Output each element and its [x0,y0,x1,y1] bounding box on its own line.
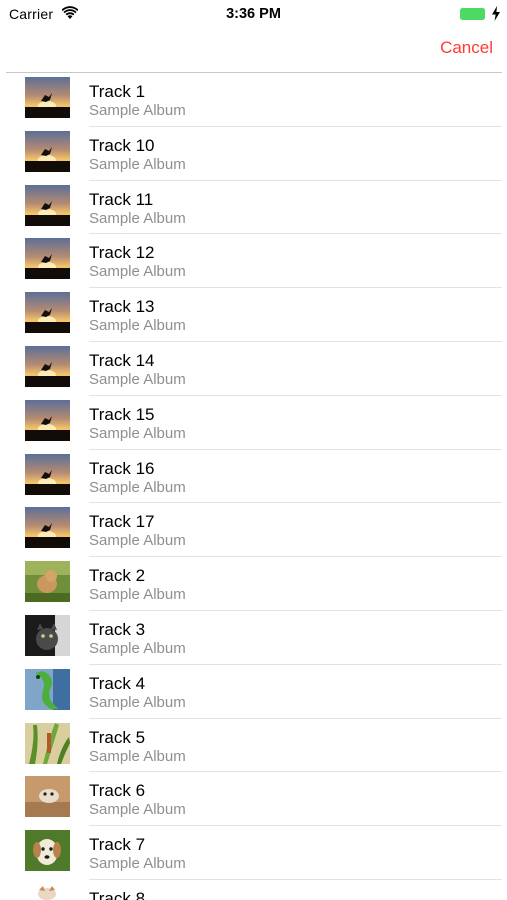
sunset-artwork [25,77,70,118]
cancel-button[interactable]: Cancel [440,38,493,58]
sunset-artwork [25,292,70,334]
track-title: Track 17 [89,512,155,532]
sunset-artwork [25,238,70,280]
sunset-artwork [25,399,70,441]
track-row[interactable]: Track 16 Sample Album [0,450,507,504]
meerkat-artwork [25,776,70,818]
track-title: Track 6 [89,781,146,801]
track-row[interactable]: Track 13 Sample Album [0,288,507,342]
track-row[interactable]: Track 11 Sample Album [0,181,507,235]
track-album: Sample Album [89,209,186,227]
kitten-grass-artwork [25,561,70,603]
charging-bolt-icon [492,6,500,21]
track-title: Track 14 [89,350,155,370]
status-bar: Carrier 3:36 PM [0,0,507,28]
track-album: Sample Album [89,478,186,496]
track-album: Sample Album [89,370,186,388]
puppy-artwork [25,830,70,872]
track-row[interactable]: Track 15 Sample Album [0,396,507,450]
track-title: Track 4 [89,673,146,693]
track-title: Track 16 [89,458,155,478]
track-row[interactable]: Track 12 Sample Album [0,234,507,288]
track-title: Track 5 [89,727,146,747]
track-row[interactable]: Track 10 Sample Album [0,127,507,181]
sunset-artwork [25,507,70,549]
track-title: Track 7 [89,835,146,855]
track-title: Track 11 [89,189,154,209]
track-album: Sample Album [89,747,186,765]
track-row[interactable]: Track 6 Sample Album [0,772,507,826]
black-cat-artwork [25,614,70,656]
plant-leaves-artwork [25,722,70,764]
track-title: Track 12 [89,243,155,263]
white-dog-artwork [25,883,70,900]
track-row[interactable]: Track 4 Sample Album [0,665,507,719]
track-row[interactable]: Track 7 Sample Album [0,826,507,880]
track-title: Track 3 [89,619,146,639]
track-row[interactable]: Track 14 Sample Album [0,342,507,396]
track-title: Track 2 [89,566,146,586]
sunset-artwork [25,345,70,387]
track-row[interactable]: Track 2 Sample Album [0,557,507,611]
track-title: Track 15 [89,404,155,424]
track-row[interactable]: Track 3 Sample Album [0,611,507,665]
track-title: Track 13 [89,297,155,317]
track-title: Track 1 [89,82,146,101]
track-album: Sample Album [89,693,186,711]
sunset-artwork [25,184,70,226]
track-album: Sample Album [89,532,186,550]
navigation-bar: Cancel [0,28,507,72]
track-list[interactable]: Track 1 Sample Album Track 10 Sample Album [0,73,507,900]
track-album: Sample Album [89,424,186,442]
track-row[interactable]: Track 17 Sample Album [0,503,507,557]
sunset-artwork [25,453,70,495]
track-album: Sample Album [89,801,186,819]
track-album: Sample Album [89,155,186,173]
track-row[interactable]: Track 5 Sample Album [0,719,507,773]
track-album: Sample Album [89,317,186,335]
track-album: Sample Album [89,855,186,873]
green-lizard-artwork [25,668,70,710]
track-title: Track 10 [89,135,155,155]
track-album: Sample Album [89,586,186,604]
track-album: Sample Album [89,102,186,119]
sunset-artwork [25,130,70,172]
track-row[interactable]: Track 1 Sample Album [0,73,507,127]
status-time: 3:36 PM [226,6,281,22]
track-album: Sample Album [89,639,186,657]
track-album: Sample Album [89,263,186,281]
track-title: Track 8 [89,888,146,900]
battery-icon [460,8,487,20]
track-row[interactable]: Track 8Sample Album [0,880,507,900]
